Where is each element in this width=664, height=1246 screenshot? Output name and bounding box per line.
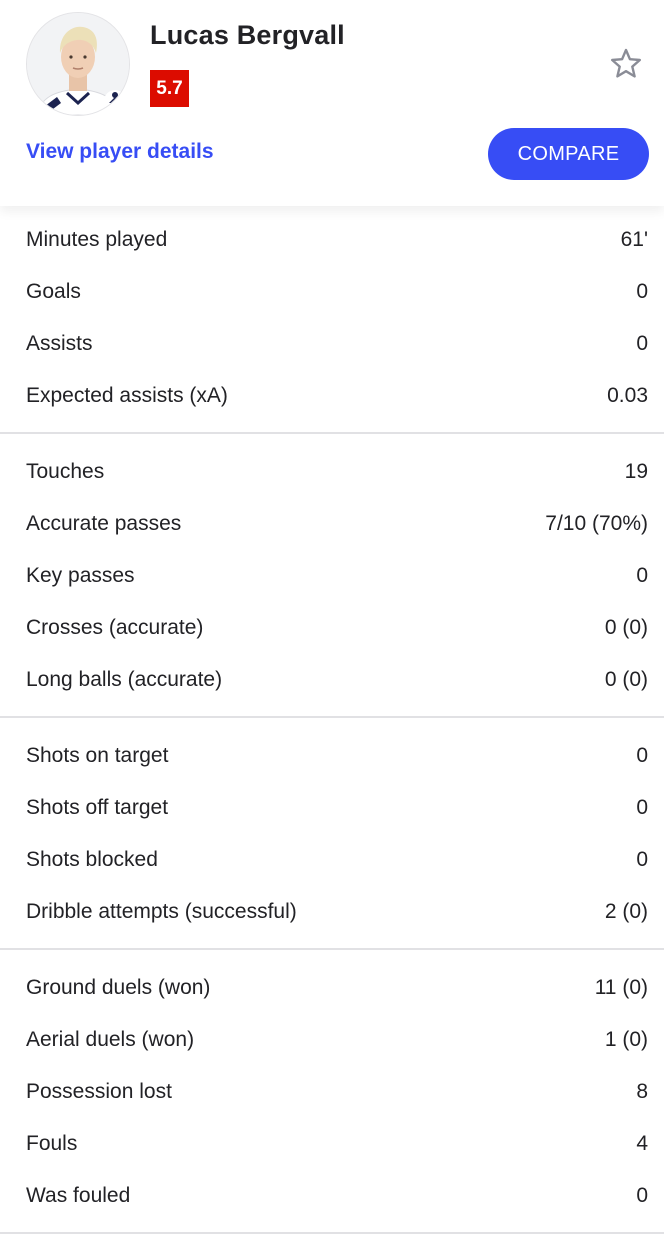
stat-value: 8 bbox=[636, 1080, 648, 1103]
stat-row: Minutes played 61' bbox=[0, 214, 664, 266]
stat-row: Long balls (accurate) 0 (0) bbox=[0, 654, 664, 706]
stat-row: Shots off target 0 bbox=[0, 782, 664, 834]
stat-label: Crosses (accurate) bbox=[26, 616, 204, 639]
stat-row: Crosses (accurate) 0 (0) bbox=[0, 602, 664, 654]
player-avatar[interactable] bbox=[26, 12, 130, 116]
stat-label: Shots blocked bbox=[26, 848, 158, 871]
stat-value: 19 bbox=[624, 460, 648, 483]
stat-row: Expected assists (xA) 0.03 bbox=[0, 370, 664, 422]
stat-row: Goals 0 bbox=[0, 266, 664, 318]
stat-value: 0 bbox=[636, 1184, 648, 1207]
stat-label: Touches bbox=[26, 460, 105, 483]
stat-label: Assists bbox=[26, 332, 93, 355]
stat-row: Was fouled 0 bbox=[0, 1170, 664, 1222]
stat-value: 0 bbox=[636, 332, 648, 355]
stat-row: Key passes 0 bbox=[0, 550, 664, 602]
stat-row: Accurate passes 7/10 (70%) bbox=[0, 498, 664, 550]
stat-value: 0 bbox=[636, 848, 648, 871]
stat-value: 61' bbox=[620, 228, 648, 251]
stat-value: 0 (0) bbox=[604, 616, 648, 639]
stat-value: 0 bbox=[636, 796, 648, 819]
stat-label: Long balls (accurate) bbox=[26, 668, 223, 691]
stat-value: 0.03 bbox=[607, 384, 648, 407]
club-crest-icon bbox=[104, 90, 126, 112]
stats-group-passing: Touches 19 Accurate passes 7/10 (70%) Ke… bbox=[0, 446, 664, 718]
stat-value: 0 bbox=[636, 744, 648, 767]
stat-row: Touches 19 bbox=[0, 446, 664, 498]
stat-label: Expected assists (xA) bbox=[26, 384, 228, 407]
view-player-details-link[interactable]: View player details bbox=[26, 140, 214, 164]
player-photo bbox=[27, 13, 129, 115]
stat-label: Aerial duels (won) bbox=[26, 1028, 195, 1051]
stat-label: Fouls bbox=[26, 1132, 78, 1155]
stats-group-duels: Ground duels (won) 11 (0) Aerial duels (… bbox=[0, 962, 664, 1234]
stat-label: Key passes bbox=[26, 564, 135, 587]
stat-label: Minutes played bbox=[26, 228, 168, 251]
stat-row: Shots on target 0 bbox=[0, 730, 664, 782]
stat-value: 11 (0) bbox=[594, 976, 648, 999]
stat-row: Dribble attempts (successful) 2 (0) bbox=[0, 886, 664, 938]
stat-label: Accurate passes bbox=[26, 512, 182, 535]
player-stats: Minutes played 61' Goals 0 Assists 0 Exp… bbox=[0, 214, 664, 1246]
stat-row: Assists 0 bbox=[0, 318, 664, 370]
stat-value: 4 bbox=[636, 1132, 648, 1155]
stats-group-attacking: Shots on target 0 Shots off target 0 Sho… bbox=[0, 730, 664, 950]
player-name: Lucas Bergvall bbox=[150, 20, 345, 50]
stat-row: Possession lost 8 bbox=[0, 1066, 664, 1118]
stat-value: 7/10 (70%) bbox=[545, 512, 648, 535]
stat-label: Shots on target bbox=[26, 744, 169, 767]
rating-badge: 5.7 bbox=[150, 70, 189, 107]
stat-row: Fouls 4 bbox=[0, 1118, 664, 1170]
stat-label: Shots off target bbox=[26, 796, 169, 819]
stat-value: 2 (0) bbox=[604, 900, 648, 923]
stats-group-general: Minutes played 61' Goals 0 Assists 0 Exp… bbox=[0, 214, 664, 434]
stat-value: 1 (0) bbox=[604, 1028, 648, 1051]
stat-label: Was fouled bbox=[26, 1184, 131, 1207]
stat-label: Ground duels (won) bbox=[26, 976, 211, 999]
stat-row: Shots blocked 0 bbox=[0, 834, 664, 886]
stat-value: 0 bbox=[636, 564, 648, 587]
stat-row: Aerial duels (won) 1 (0) bbox=[0, 1014, 664, 1066]
player-header: Lucas Bergvall 5.7 View player details C… bbox=[0, 0, 664, 206]
stat-label: Dribble attempts (successful) bbox=[26, 900, 297, 923]
favorite-star-icon[interactable] bbox=[608, 46, 644, 82]
compare-button[interactable]: COMPARE bbox=[488, 128, 649, 180]
stat-label: Possession lost bbox=[26, 1080, 172, 1103]
stat-value: 0 bbox=[636, 280, 648, 303]
stat-value: 0 (0) bbox=[604, 668, 648, 691]
stat-label: Goals bbox=[26, 280, 81, 303]
stat-row: Ground duels (won) 11 (0) bbox=[0, 962, 664, 1014]
